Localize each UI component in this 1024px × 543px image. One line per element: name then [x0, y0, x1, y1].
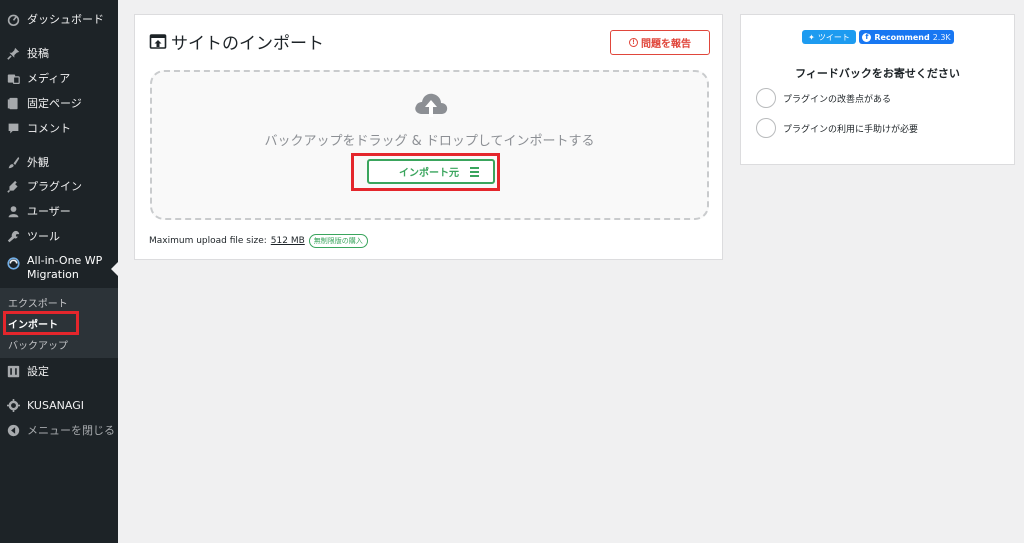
feedback-option-improvement[interactable]: プラグインの改善点がある	[756, 88, 891, 108]
sidebar-item-kusanagi[interactable]: KUSANAGI	[0, 397, 118, 413]
drop-instruction: バックアップをドラッグ & ドロップしてインポートする	[264, 134, 595, 149]
sidebar-item-plugins[interactable]: プラグイン	[0, 178, 118, 194]
sidebar-item-label: 固定ページ	[27, 97, 82, 110]
radio-button[interactable]	[756, 118, 776, 138]
upload-limit-label: Maximum upload file size:	[149, 236, 267, 246]
sidebar-item-label: ユーザー	[27, 205, 71, 218]
buy-unlimited-badge[interactable]: 無制限版の購入	[308, 234, 368, 248]
report-problem-button[interactable]: ! 問題を報告	[610, 30, 710, 55]
plugin-icon	[7, 180, 20, 193]
sidebar-collapse-menu[interactable]: メニューを閉じる	[0, 422, 118, 438]
sidebar-item-pages[interactable]: 固定ページ	[0, 95, 118, 111]
sidebar-item-label: 設定	[27, 365, 49, 378]
submenu-item-backup[interactable]: バックアップ	[8, 337, 68, 352]
sidebar-item-appearance[interactable]: 外観	[0, 154, 118, 170]
sidebar-item-label: 外観	[27, 156, 49, 169]
upload-limit-size: 512 MB	[270, 236, 305, 246]
sidebar-item-label: プラグイン	[27, 180, 82, 193]
current-menu-arrow	[111, 262, 118, 276]
wrench-icon	[7, 230, 20, 243]
facebook-recommend-button[interactable]: f Recommend 2.3K	[859, 30, 954, 44]
sidebar-item-media[interactable]: メディア	[0, 70, 118, 86]
twitter-icon: ✦	[808, 32, 815, 42]
collapse-icon	[7, 424, 20, 437]
sidebar-item-label: コメント	[27, 122, 71, 135]
user-icon	[7, 205, 20, 218]
settings-icon	[7, 365, 20, 378]
highlight-box-import-menu	[3, 311, 79, 335]
sidebar-item-label: KUSANAGI	[27, 398, 85, 412]
cloud-upload-icon	[415, 93, 448, 117]
sidebar-item-label: メディア	[27, 72, 71, 85]
aio-icon	[7, 255, 20, 270]
radio-button[interactable]	[756, 88, 776, 108]
media-icon	[7, 72, 20, 85]
tweet-label: ツイート	[817, 32, 850, 42]
recommend-count: 2.3K	[932, 32, 951, 42]
recommend-label: Recommend	[874, 32, 930, 42]
drop-zone[interactable]: バックアップをドラッグ & ドロップしてインポートする インポート元	[150, 70, 709, 220]
sidebar-item-posts[interactable]: 投稿	[0, 45, 118, 61]
alert-icon: !	[629, 38, 638, 47]
sidebar-item-label: Migration	[27, 268, 79, 281]
feedback-option-label: プラグインの改善点がある	[783, 94, 892, 105]
sidebar-item-dashboard[interactable]: ダッシュボード	[0, 11, 118, 27]
report-problem-label: 問題を報告	[641, 39, 691, 50]
feedback-title: フィードバックをお寄せください	[795, 67, 960, 80]
submenu-item-export[interactable]: エクスポート	[8, 295, 68, 310]
brush-icon	[7, 156, 20, 169]
sidebar-item-users[interactable]: ユーザー	[0, 203, 118, 219]
import-panel: サイトのインポート ! 問題を報告 バックアップをドラッグ & ドロップしてイン…	[134, 14, 723, 260]
tweet-button[interactable]: ✦ ツイート	[802, 30, 856, 44]
dashboard-icon	[7, 13, 20, 26]
sidebar-item-aio-migration[interactable]: All-in-One WP Migration	[0, 250, 118, 288]
feedback-panel: ✦ ツイート f Recommend 2.3K フィードバックをお寄せください …	[740, 14, 1015, 165]
sidebar-item-label: 投稿	[27, 47, 49, 60]
highlight-box-import-button	[351, 153, 500, 191]
pin-icon	[7, 47, 20, 60]
gear-icon	[7, 398, 20, 412]
comment-icon	[7, 122, 20, 135]
feedback-option-help[interactable]: プラグインの利用に手助けが必要	[756, 118, 918, 138]
admin-sidebar: ダッシュボード 投稿 メディア 固定ページ コメント 外観 プラグイン ユーザー…	[0, 0, 118, 543]
sidebar-item-label: ツール	[27, 230, 60, 243]
feedback-option-label: プラグインの利用に手助けが必要	[783, 124, 919, 135]
sidebar-item-label: メニューを閉じる	[27, 424, 115, 437]
sidebar-item-label: All-in-One WP	[27, 254, 103, 267]
page-title-text: サイトのインポート	[171, 34, 324, 54]
page-title: サイトのインポート	[149, 29, 324, 54]
sidebar-item-label: ダッシュボード	[27, 13, 104, 26]
upload-limit-info: Maximum upload file size: 512 MB 無制限版の購入	[149, 234, 368, 248]
sidebar-item-comments[interactable]: コメント	[0, 120, 118, 136]
sidebar-item-tools[interactable]: ツール	[0, 228, 118, 244]
sidebar-item-settings[interactable]: 設定	[0, 363, 118, 379]
import-icon	[149, 33, 167, 49]
facebook-icon: f	[862, 32, 872, 42]
page-icon	[7, 97, 20, 110]
